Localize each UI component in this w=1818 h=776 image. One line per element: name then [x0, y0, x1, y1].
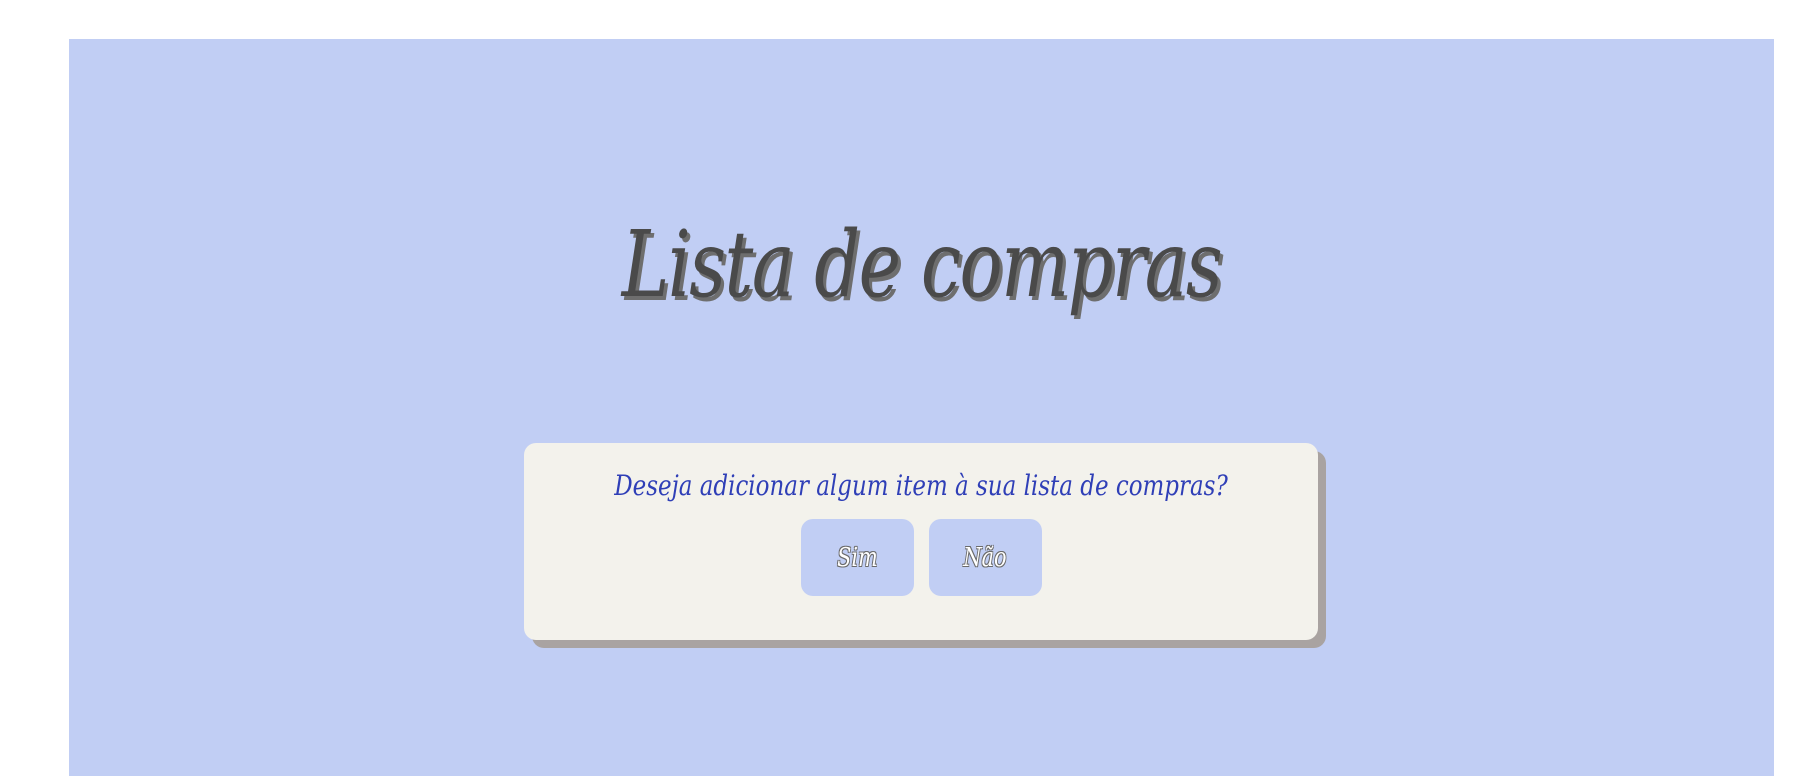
- page-background: Lista de compras Deseja adicionar algum …: [69, 39, 1774, 776]
- no-button[interactable]: Não: [928, 519, 1042, 596]
- yes-button-label: Sim: [836, 542, 878, 573]
- no-button-label: Não: [963, 542, 1007, 573]
- dialog-buttons: Sim Não: [524, 519, 1318, 596]
- add-item-dialog: Deseja adicionar algum item à sua lista …: [524, 443, 1318, 640]
- dialog-question: Deseja adicionar algum item à sua lista …: [614, 469, 1228, 502]
- page-title: Lista de compras: [621, 211, 1223, 318]
- yes-button[interactable]: Sim: [800, 519, 914, 596]
